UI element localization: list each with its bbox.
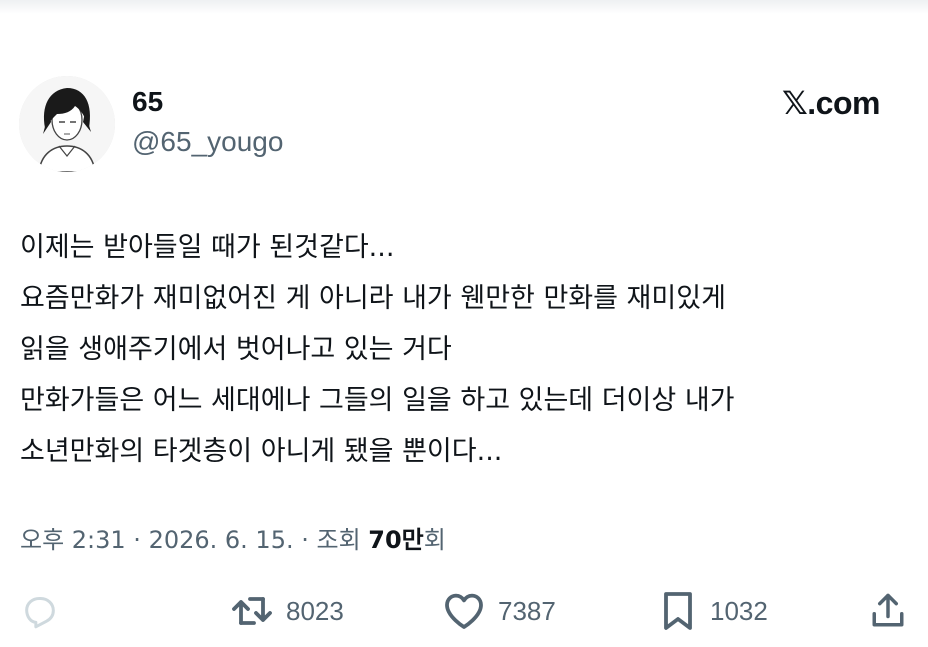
like-button[interactable]: 7387 xyxy=(440,586,556,636)
tweet-text: 이제는 받아들일 때가 된것같다... 요즘만화가 재미없어진 게 아니라 내가… xyxy=(20,222,910,477)
view-count: 70만 xyxy=(368,526,424,554)
tweet-action-bar: 8023 7387 1032 xyxy=(0,586,928,636)
reply-icon xyxy=(25,597,55,629)
author-handle[interactable]: @65_yougo xyxy=(132,126,283,158)
share-button[interactable] xyxy=(866,586,910,636)
tweet-metadata: 오후 2:31 · 2026. 6. 15. · 조회 70만회 xyxy=(20,520,446,555)
reply-button[interactable] xyxy=(20,586,60,636)
author-display-name[interactable]: 65 xyxy=(132,86,163,118)
tweet-line: 소년만화의 타겟층이 아니게 됐을 뿐이다... xyxy=(20,436,503,467)
heart-icon xyxy=(445,593,483,629)
bookmark-count: 1032 xyxy=(710,595,768,626)
retweet-button[interactable]: 8023 xyxy=(228,586,344,636)
tweet-line: 요즘만화가 재미없어진 게 아니라 내가 웬만한 만화를 재미있게 xyxy=(20,283,726,314)
top-edge-shadow xyxy=(0,0,928,14)
retweet-icon xyxy=(232,597,272,625)
timestamp-and-views-label[interactable]: 오후 2:31 · 2026. 6. 15. · 조회 xyxy=(20,526,368,554)
bookmark-button[interactable]: 1032 xyxy=(656,586,768,636)
retweet-count: 8023 xyxy=(286,595,344,626)
tweet-line: 읽을 생애주기에서 벗어나고 있는 거다 xyxy=(20,334,452,365)
tweet-line: 이제는 받아들일 때가 된것같다... xyxy=(20,232,395,263)
bookmark-icon xyxy=(664,592,692,630)
view-count-suffix: 회 xyxy=(423,526,446,554)
share-icon xyxy=(872,593,904,627)
avatar[interactable] xyxy=(19,76,115,172)
like-count: 7387 xyxy=(498,595,556,626)
x-com-logo: 𝕏.com xyxy=(782,85,880,121)
avatar-image xyxy=(19,76,115,172)
tweet-line: 만화가들은 어느 세대에나 그들의 일을 하고 있는데 더이상 내가 xyxy=(20,385,735,416)
